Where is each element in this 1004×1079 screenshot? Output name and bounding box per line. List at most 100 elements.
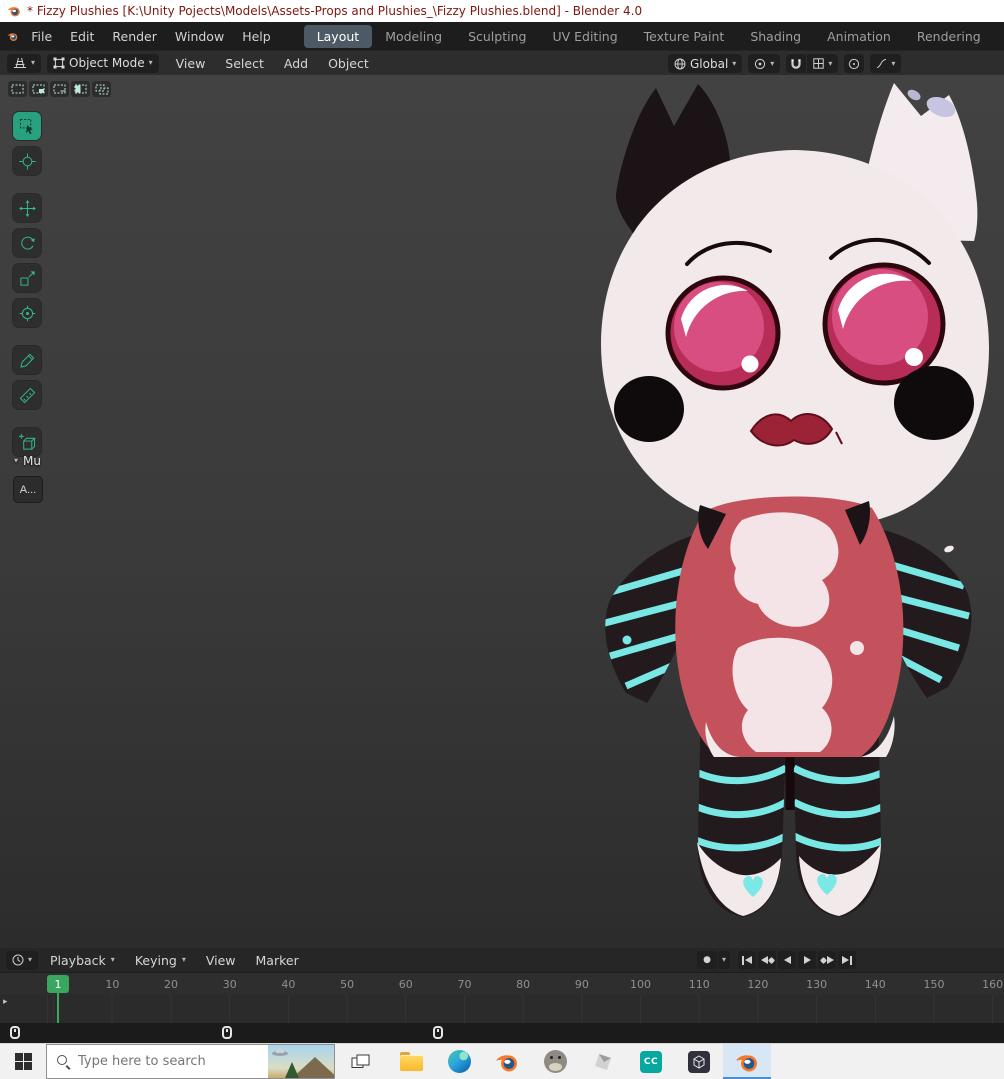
tab-compositing[interactable]: Compositing xyxy=(994,25,997,48)
tool-rotate[interactable] xyxy=(13,229,41,257)
timeline-marker-icon[interactable] xyxy=(10,1026,20,1039)
snapping-group: ▾ xyxy=(786,54,839,73)
timeline-marker-icon[interactable] xyxy=(433,1026,443,1039)
tool-select-box[interactable] xyxy=(13,112,41,140)
folder-icon xyxy=(399,1052,423,1071)
snap-grid-icon xyxy=(813,58,825,69)
task-view-button[interactable] xyxy=(339,1044,381,1079)
menu-keying[interactable]: Keying ▾ xyxy=(127,950,194,971)
tab-animation[interactable]: Animation xyxy=(814,25,904,48)
windows-logo-icon xyxy=(14,1053,32,1070)
tab-modeling[interactable]: Modeling xyxy=(372,25,455,48)
app-icon-model-viewer[interactable] xyxy=(579,1044,627,1079)
taskbar-search[interactable] xyxy=(46,1044,335,1079)
viewport-header-right: Global ▾ ▾ ▾ ▾ xyxy=(668,54,902,73)
tab-rendering[interactable]: Rendering xyxy=(904,25,994,48)
tool-measure[interactable] xyxy=(13,381,41,409)
tab-layout[interactable]: Layout xyxy=(303,24,373,48)
pivot-point-dropdown[interactable]: ▾ xyxy=(748,54,781,73)
menu-help[interactable]: Help xyxy=(233,25,280,48)
menu-viewport-add[interactable]: Add xyxy=(275,53,317,74)
window-title: * Fizzy Plushies [K:\Unity Pojects\Model… xyxy=(27,4,643,18)
select-mode-intersect-icon[interactable] xyxy=(92,81,111,97)
current-frame-indicator[interactable]: 1 xyxy=(47,975,69,993)
select-mode-extend-icon[interactable] xyxy=(29,81,48,97)
auto-keying-dropdown[interactable]: ▾ xyxy=(718,951,730,969)
select-mode-subtract-icon[interactable] xyxy=(50,81,69,97)
unity-icon xyxy=(688,1050,710,1073)
tool-scale[interactable] xyxy=(13,264,41,292)
play-button[interactable] xyxy=(798,951,816,969)
editor-type-selector[interactable]: ▾ xyxy=(7,53,42,73)
menu-edit[interactable]: Edit xyxy=(61,25,103,48)
redo-panel-header[interactable]: ▾ Mu xyxy=(14,454,41,468)
record-icon: ● xyxy=(703,954,711,965)
magnet-icon xyxy=(791,58,801,69)
blender-menu-icon[interactable] xyxy=(7,29,18,44)
chevron-down-icon: ▾ xyxy=(721,955,726,964)
transform-orientation-dropdown[interactable]: Global ▾ xyxy=(668,54,743,73)
mode-dropdown[interactable]: Object Mode ▾ xyxy=(47,53,159,73)
app-icon-unity[interactable] xyxy=(675,1044,723,1079)
search-highlight-image[interactable] xyxy=(268,1045,334,1078)
select-mode-row xyxy=(8,81,111,97)
app-icon-gimp[interactable] xyxy=(531,1044,579,1079)
timeline-ruler[interactable]: 10 20 30 40 50 60 70 80 90 100 110 120 1… xyxy=(0,973,1004,995)
tool-transform[interactable] xyxy=(13,299,41,327)
start-button[interactable] xyxy=(0,1044,46,1079)
menu-marker[interactable]: Marker xyxy=(248,950,307,971)
app-icon-blender[interactable] xyxy=(483,1044,531,1079)
app-icon-creative-cloud[interactable]: CC xyxy=(627,1044,675,1079)
proportional-editing-toggle[interactable] xyxy=(844,54,865,73)
global-orientation-icon xyxy=(674,58,686,69)
tool-3d-cursor[interactable] xyxy=(13,147,41,175)
redo-panel-button[interactable]: A... xyxy=(13,476,43,503)
snap-toggle[interactable] xyxy=(786,54,807,73)
falloff-dropdown[interactable]: ▾ xyxy=(870,54,902,73)
menu-file[interactable]: File xyxy=(22,25,61,48)
tab-uv-editing[interactable]: UV Editing xyxy=(539,25,630,48)
app-icon-file-explorer[interactable] xyxy=(387,1044,435,1079)
menu-render[interactable]: Render xyxy=(103,25,166,48)
menu-window[interactable]: Window xyxy=(166,25,233,48)
select-mode-invert-icon[interactable] xyxy=(71,81,90,97)
pivot-point-icon xyxy=(755,58,766,69)
menu-viewport-object[interactable]: Object xyxy=(319,53,378,74)
search-input[interactable] xyxy=(78,1045,260,1078)
chevron-down-icon: ▾ xyxy=(28,955,33,964)
app-icon-edge[interactable] xyxy=(435,1044,483,1079)
timeline-marker-icon[interactable] xyxy=(222,1026,232,1039)
tab-sculpting[interactable]: Sculpting xyxy=(455,25,539,48)
taskbar-apps: CC xyxy=(387,1044,771,1079)
viewport-canvas-plushie[interactable] xyxy=(596,75,1004,948)
proportional-editing-icon xyxy=(849,58,860,69)
viewport-3d[interactable]: ▾ Mu A... xyxy=(0,75,1004,948)
tool-add-cube[interactable] xyxy=(13,428,41,456)
jump-to-end-button[interactable] xyxy=(838,951,856,969)
snap-with-dropdown[interactable]: ▾ xyxy=(807,54,839,73)
jump-to-start-button[interactable] xyxy=(738,951,756,969)
model-viewer-icon xyxy=(595,1053,611,1070)
record-button[interactable]: ● xyxy=(697,951,717,969)
menu-viewport-view[interactable]: View xyxy=(167,53,215,74)
chevron-down-icon: ▾ xyxy=(14,456,19,465)
tab-texture-paint[interactable]: Texture Paint xyxy=(631,25,738,48)
menu-playback[interactable]: Playback ▾ xyxy=(42,950,123,971)
blender-icon xyxy=(735,1050,759,1074)
play-reverse-button[interactable] xyxy=(778,951,796,969)
playback-controls: ● ▾ xyxy=(697,951,856,969)
tab-shading[interactable]: Shading xyxy=(737,25,814,48)
playhead-line[interactable] xyxy=(57,993,59,1023)
timeline-track-area[interactable] xyxy=(0,995,1004,1023)
menu-viewport-select[interactable]: Select xyxy=(216,53,273,74)
app-icon-blender-active[interactable] xyxy=(723,1044,771,1079)
timeline-editor-type-selector[interactable]: ▾ xyxy=(6,950,39,970)
next-keyframe-button[interactable] xyxy=(818,951,836,969)
channel-expand-icon[interactable]: ▸ xyxy=(3,997,8,1007)
tool-move[interactable] xyxy=(13,194,41,222)
prev-keyframe-button[interactable] xyxy=(758,951,776,969)
tool-annotate[interactable] xyxy=(13,346,41,374)
select-mode-set-icon[interactable] xyxy=(8,81,27,97)
blender-icon xyxy=(495,1050,519,1074)
menu-timeline-view[interactable]: View xyxy=(198,950,244,971)
